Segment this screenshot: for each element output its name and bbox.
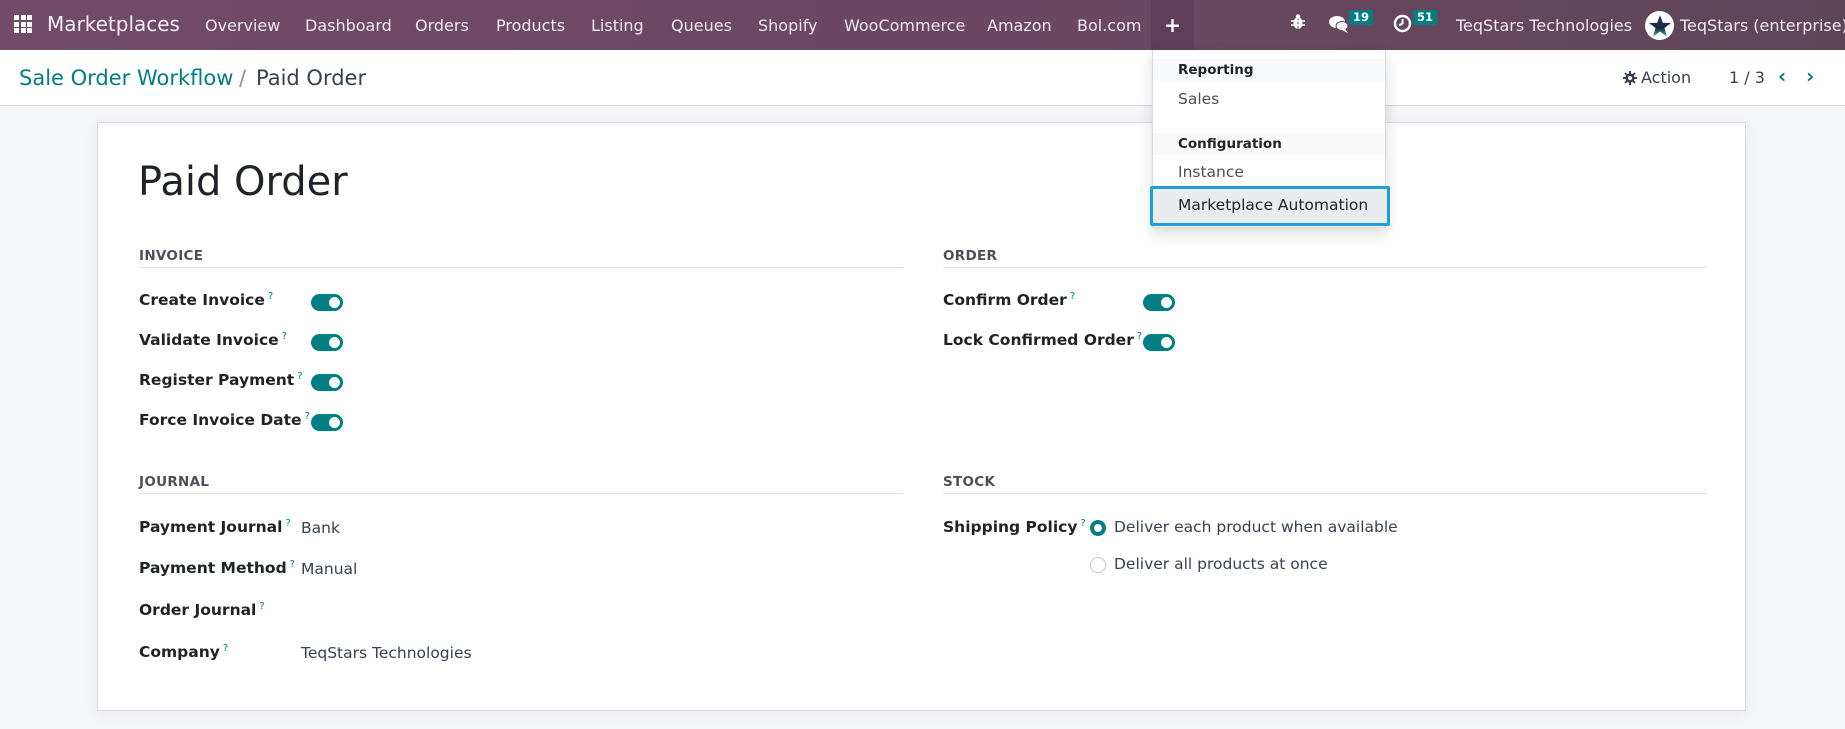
nav-queues[interactable]: Queues: [671, 16, 732, 35]
field-label-confirm-order: Confirm Order?: [943, 291, 1076, 309]
help-tooltip-icon[interactable]: ?: [290, 559, 295, 570]
register-payment-toggle[interactable]: [311, 374, 343, 391]
help-tooltip-icon[interactable]: ?: [1137, 331, 1142, 342]
activities-count-badge: 51: [1413, 10, 1438, 25]
shipping-policy-option-each[interactable]: Deliver each product when available: [1114, 518, 1398, 536]
group-separator: [943, 267, 1707, 268]
nav-listing[interactable]: Listing: [591, 16, 644, 35]
nav-woocommerce[interactable]: WooCommerce: [844, 16, 965, 35]
user-avatar[interactable]: [1645, 11, 1674, 40]
breadcrumb-separator: /: [239, 66, 247, 90]
field-label-company: Company?: [139, 643, 229, 661]
help-tooltip-icon[interactable]: ?: [285, 518, 290, 529]
nav-amazon[interactable]: Amazon: [987, 16, 1052, 35]
help-tooltip-icon[interactable]: ?: [297, 371, 302, 382]
action-button[interactable]: Action: [1623, 68, 1691, 87]
field-label-order-journal: Order Journal?: [139, 601, 265, 619]
field-label-payment-journal: Payment Journal?: [139, 518, 291, 536]
help-tooltip-icon[interactable]: ?: [1070, 291, 1075, 302]
lock-confirmed-order-toggle[interactable]: [1143, 334, 1175, 351]
validate-invoice-toggle[interactable]: [311, 334, 343, 351]
group-heading-journal: JOURNAL: [139, 474, 210, 490]
help-tooltip-icon[interactable]: ?: [268, 291, 273, 302]
group-heading-order: ORDER: [943, 248, 998, 264]
activities-clock-icon[interactable]: [1393, 14, 1412, 37]
create-invoice-toggle[interactable]: [311, 294, 343, 311]
messages-chat-icon[interactable]: [1328, 14, 1350, 38]
confirm-order-toggle[interactable]: [1143, 294, 1175, 311]
control-panel: Sale Order Workflow / Paid Order Action …: [0, 50, 1845, 106]
help-tooltip-icon[interactable]: ?: [1080, 518, 1085, 529]
app-brand[interactable]: Marketplaces: [47, 12, 180, 36]
chevron-right-icon: ›: [1806, 64, 1815, 88]
field-label-force-invoice-date: Force Invoice Date?: [139, 411, 310, 429]
breadcrumb-parent-link[interactable]: Sale Order Workflow: [19, 66, 233, 90]
nav-bolcom[interactable]: Bol.com: [1077, 16, 1141, 35]
help-tooltip-icon[interactable]: ?: [223, 643, 228, 654]
more-menu-button[interactable]: +: [1151, 0, 1194, 50]
gear-icon: [1623, 70, 1637, 85]
nav-dashboard[interactable]: Dashboard: [305, 16, 392, 35]
shipping-policy-radio-all[interactable]: [1090, 557, 1106, 573]
dropdown-item-instance[interactable]: Instance: [1178, 163, 1244, 181]
record-title[interactable]: Paid Order: [138, 159, 348, 205]
apps-grid-icon[interactable]: [14, 15, 32, 33]
order-journal-field[interactable]: [301, 602, 601, 622]
field-label-lock-confirmed-order: Lock Confirmed Order?: [943, 331, 1143, 349]
plus-icon: +: [1164, 13, 1181, 37]
nav-overview[interactable]: Overview: [205, 16, 280, 35]
group-separator: [943, 493, 1707, 494]
field-label-payment-method: Payment Method?: [139, 559, 295, 577]
nav-shopify[interactable]: Shopify: [758, 16, 818, 35]
more-menu-dropdown: Reporting Sales Configuration Instance M…: [1150, 50, 1390, 228]
dropdown-section-reporting: Reporting: [1153, 59, 1385, 81]
dropdown-section-configuration: Configuration: [1153, 133, 1385, 155]
field-label-shipping-policy: Shipping Policy?: [943, 518, 1086, 536]
debug-bug-icon[interactable]: [1290, 13, 1306, 35]
pager-previous-button[interactable]: ‹: [1778, 64, 1786, 88]
field-label-register-payment: Register Payment?: [139, 371, 303, 389]
group-separator: [139, 493, 903, 494]
help-tooltip-icon[interactable]: ?: [259, 601, 264, 612]
pager-next-button[interactable]: ›: [1806, 64, 1814, 88]
action-label: Action: [1641, 68, 1692, 87]
dropdown-item-marketplace-automation[interactable]: Marketplace Automation: [1150, 186, 1390, 226]
field-label-create-invoice: Create Invoice?: [139, 291, 274, 309]
group-heading-stock: STOCK: [943, 474, 996, 490]
breadcrumb-current: Paid Order: [256, 66, 367, 90]
messages-count-badge: 19: [1349, 10, 1374, 25]
help-tooltip-icon[interactable]: ?: [305, 411, 310, 422]
top-navbar: Marketplaces Overview Dashboard Orders P…: [0, 0, 1845, 50]
form-sheet: Paid Order INVOICE Create Invoice? Valid…: [97, 122, 1746, 711]
pager-value[interactable]: 1 / 3: [1729, 68, 1765, 87]
payment-journal-field[interactable]: Bank: [301, 519, 340, 537]
group-heading-invoice: INVOICE: [139, 248, 204, 264]
nav-orders[interactable]: Orders: [415, 16, 469, 35]
chevron-left-icon: ‹: [1778, 64, 1787, 88]
payment-method-field[interactable]: Manual: [301, 560, 357, 578]
company-switcher[interactable]: TeqStars Technologies: [1456, 16, 1632, 35]
help-tooltip-icon[interactable]: ?: [282, 331, 287, 342]
group-separator: [139, 267, 903, 268]
nav-products[interactable]: Products: [496, 16, 565, 35]
field-label-validate-invoice: Validate Invoice?: [139, 331, 287, 349]
user-menu[interactable]: TeqStars (enterprise): [1680, 16, 1845, 35]
star-logo-icon: [1648, 14, 1671, 36]
shipping-policy-option-all[interactable]: Deliver all products at once: [1114, 555, 1328, 573]
force-invoice-date-toggle[interactable]: [311, 414, 343, 431]
dropdown-item-sales[interactable]: Sales: [1178, 90, 1219, 108]
shipping-policy-radio-each[interactable]: [1090, 520, 1106, 536]
company-field[interactable]: TeqStars Technologies: [301, 644, 472, 662]
